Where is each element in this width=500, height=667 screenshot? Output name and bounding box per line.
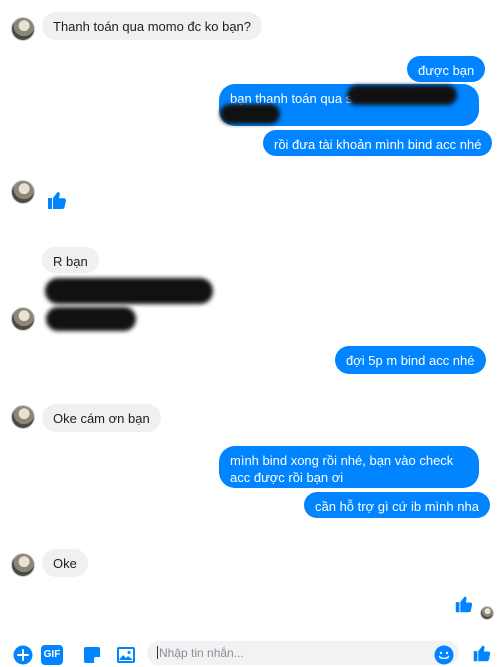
like-icon bbox=[455, 596, 473, 613]
incoming-message: R bạn bbox=[42, 247, 99, 273]
sticker-icon[interactable] bbox=[82, 645, 102, 665]
redacted-text bbox=[220, 104, 280, 124]
message-input[interactable]: Nhập tin nhắn... bbox=[147, 641, 459, 665]
avatar bbox=[11, 553, 35, 577]
like-icon bbox=[48, 192, 66, 209]
text-cursor bbox=[157, 646, 158, 659]
message-input-placeholder: Nhập tin nhắn... bbox=[159, 646, 244, 660]
outgoing-message: đợi 5p m bind acc nhé bbox=[335, 346, 486, 374]
outgoing-message: được bạn bbox=[407, 56, 486, 82]
outgoing-message: rồi đưa tài khoản mình bind acc nhé bbox=[263, 130, 493, 156]
avatar bbox=[11, 405, 35, 429]
seen-avatar bbox=[480, 606, 494, 620]
send-like-icon[interactable] bbox=[471, 642, 493, 664]
outgoing-message: mình bind xong rồi nhé, bạn vào check ac… bbox=[219, 446, 479, 488]
outgoing-message: cần hỗ trợ gì cứ ib mình nha bbox=[304, 492, 490, 518]
avatar bbox=[11, 180, 35, 204]
incoming-message: Oke bbox=[42, 549, 88, 577]
image-icon[interactable] bbox=[116, 645, 136, 665]
add-icon[interactable] bbox=[13, 645, 33, 665]
incoming-message: Thanh toán qua momo đc ko bạn? bbox=[42, 12, 263, 40]
avatar bbox=[11, 17, 35, 41]
incoming-message: Oke cám ơn bạn bbox=[42, 404, 161, 432]
gif-label: GIF bbox=[43, 649, 61, 660]
redacted-text bbox=[347, 85, 457, 105]
emoji-icon[interactable] bbox=[434, 645, 454, 665]
redacted-message bbox=[45, 278, 213, 304]
avatar bbox=[11, 307, 35, 331]
redacted-message bbox=[46, 307, 136, 331]
gif-icon[interactable]: GIF bbox=[41, 645, 63, 665]
